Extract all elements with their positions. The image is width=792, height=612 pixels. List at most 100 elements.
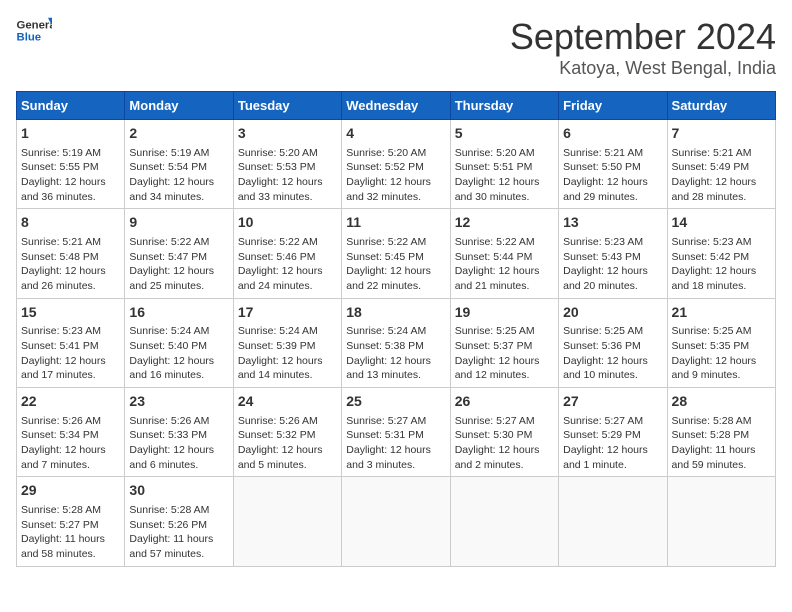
calendar-cell bbox=[233, 477, 341, 566]
cell-text: Sunrise: 5:25 AM Sunset: 5:37 PM Dayligh… bbox=[455, 324, 554, 383]
weekday-header-wednesday: Wednesday bbox=[342, 92, 450, 120]
calendar-cell: 20Sunrise: 5:25 AM Sunset: 5:36 PM Dayli… bbox=[559, 298, 667, 387]
day-number: 10 bbox=[238, 213, 337, 233]
calendar-cell: 13Sunrise: 5:23 AM Sunset: 5:43 PM Dayli… bbox=[559, 209, 667, 298]
calendar-cell: 26Sunrise: 5:27 AM Sunset: 5:30 PM Dayli… bbox=[450, 388, 558, 477]
calendar-cell: 2Sunrise: 5:19 AM Sunset: 5:54 PM Daylig… bbox=[125, 120, 233, 209]
cell-text: Sunrise: 5:24 AM Sunset: 5:40 PM Dayligh… bbox=[129, 324, 228, 383]
cell-text: Sunrise: 5:22 AM Sunset: 5:45 PM Dayligh… bbox=[346, 235, 445, 294]
day-number: 27 bbox=[563, 392, 662, 412]
day-number: 15 bbox=[21, 303, 120, 323]
cell-text: Sunrise: 5:19 AM Sunset: 5:55 PM Dayligh… bbox=[21, 146, 120, 205]
day-number: 16 bbox=[129, 303, 228, 323]
calendar-cell: 7Sunrise: 5:21 AM Sunset: 5:49 PM Daylig… bbox=[667, 120, 775, 209]
day-number: 8 bbox=[21, 213, 120, 233]
day-number: 5 bbox=[455, 124, 554, 144]
day-number: 7 bbox=[672, 124, 771, 144]
cell-text: Sunrise: 5:27 AM Sunset: 5:29 PM Dayligh… bbox=[563, 414, 662, 473]
cell-text: Sunrise: 5:25 AM Sunset: 5:35 PM Dayligh… bbox=[672, 324, 771, 383]
calendar-cell: 18Sunrise: 5:24 AM Sunset: 5:38 PM Dayli… bbox=[342, 298, 450, 387]
calendar-cell: 12Sunrise: 5:22 AM Sunset: 5:44 PM Dayli… bbox=[450, 209, 558, 298]
calendar-cell: 4Sunrise: 5:20 AM Sunset: 5:52 PM Daylig… bbox=[342, 120, 450, 209]
weekday-header-monday: Monday bbox=[125, 92, 233, 120]
weekday-header-tuesday: Tuesday bbox=[233, 92, 341, 120]
cell-text: Sunrise: 5:28 AM Sunset: 5:27 PM Dayligh… bbox=[21, 503, 120, 562]
calendar-cell: 10Sunrise: 5:22 AM Sunset: 5:46 PM Dayli… bbox=[233, 209, 341, 298]
cell-text: Sunrise: 5:26 AM Sunset: 5:33 PM Dayligh… bbox=[129, 414, 228, 473]
cell-text: Sunrise: 5:28 AM Sunset: 5:26 PM Dayligh… bbox=[129, 503, 228, 562]
calendar-cell bbox=[450, 477, 558, 566]
calendar-cell: 30Sunrise: 5:28 AM Sunset: 5:26 PM Dayli… bbox=[125, 477, 233, 566]
header: General Blue September 2024 Katoya, West… bbox=[16, 16, 776, 79]
calendar-cell: 21Sunrise: 5:25 AM Sunset: 5:35 PM Dayli… bbox=[667, 298, 775, 387]
calendar-cell: 17Sunrise: 5:24 AM Sunset: 5:39 PM Dayli… bbox=[233, 298, 341, 387]
cell-text: Sunrise: 5:23 AM Sunset: 5:41 PM Dayligh… bbox=[21, 324, 120, 383]
day-number: 22 bbox=[21, 392, 120, 412]
cell-text: Sunrise: 5:22 AM Sunset: 5:44 PM Dayligh… bbox=[455, 235, 554, 294]
calendar-cell: 1Sunrise: 5:19 AM Sunset: 5:55 PM Daylig… bbox=[17, 120, 125, 209]
calendar-cell: 24Sunrise: 5:26 AM Sunset: 5:32 PM Dayli… bbox=[233, 388, 341, 477]
cell-text: Sunrise: 5:20 AM Sunset: 5:51 PM Dayligh… bbox=[455, 146, 554, 205]
calendar-cell: 11Sunrise: 5:22 AM Sunset: 5:45 PM Dayli… bbox=[342, 209, 450, 298]
calendar-week-row: 8Sunrise: 5:21 AM Sunset: 5:48 PM Daylig… bbox=[17, 209, 776, 298]
cell-text: Sunrise: 5:24 AM Sunset: 5:38 PM Dayligh… bbox=[346, 324, 445, 383]
calendar-cell: 27Sunrise: 5:27 AM Sunset: 5:29 PM Dayli… bbox=[559, 388, 667, 477]
weekday-header-row: SundayMondayTuesdayWednesdayThursdayFrid… bbox=[17, 92, 776, 120]
calendar-cell: 8Sunrise: 5:21 AM Sunset: 5:48 PM Daylig… bbox=[17, 209, 125, 298]
day-number: 9 bbox=[129, 213, 228, 233]
day-number: 13 bbox=[563, 213, 662, 233]
day-number: 18 bbox=[346, 303, 445, 323]
cell-text: Sunrise: 5:26 AM Sunset: 5:32 PM Dayligh… bbox=[238, 414, 337, 473]
day-number: 29 bbox=[21, 481, 120, 501]
calendar-week-row: 29Sunrise: 5:28 AM Sunset: 5:27 PM Dayli… bbox=[17, 477, 776, 566]
calendar-cell: 19Sunrise: 5:25 AM Sunset: 5:37 PM Dayli… bbox=[450, 298, 558, 387]
calendar-cell: 28Sunrise: 5:28 AM Sunset: 5:28 PM Dayli… bbox=[667, 388, 775, 477]
day-number: 3 bbox=[238, 124, 337, 144]
day-number: 11 bbox=[346, 213, 445, 233]
day-number: 19 bbox=[455, 303, 554, 323]
calendar-cell: 5Sunrise: 5:20 AM Sunset: 5:51 PM Daylig… bbox=[450, 120, 558, 209]
cell-text: Sunrise: 5:20 AM Sunset: 5:53 PM Dayligh… bbox=[238, 146, 337, 205]
day-number: 21 bbox=[672, 303, 771, 323]
weekday-header-thursday: Thursday bbox=[450, 92, 558, 120]
cell-text: Sunrise: 5:20 AM Sunset: 5:52 PM Dayligh… bbox=[346, 146, 445, 205]
cell-text: Sunrise: 5:23 AM Sunset: 5:43 PM Dayligh… bbox=[563, 235, 662, 294]
day-number: 17 bbox=[238, 303, 337, 323]
calendar-cell bbox=[559, 477, 667, 566]
calendar-cell: 6Sunrise: 5:21 AM Sunset: 5:50 PM Daylig… bbox=[559, 120, 667, 209]
calendar-cell: 14Sunrise: 5:23 AM Sunset: 5:42 PM Dayli… bbox=[667, 209, 775, 298]
day-number: 23 bbox=[129, 392, 228, 412]
day-number: 4 bbox=[346, 124, 445, 144]
month-title: September 2024 bbox=[510, 16, 776, 58]
calendar-cell: 23Sunrise: 5:26 AM Sunset: 5:33 PM Dayli… bbox=[125, 388, 233, 477]
calendar-week-row: 15Sunrise: 5:23 AM Sunset: 5:41 PM Dayli… bbox=[17, 298, 776, 387]
calendar-cell bbox=[342, 477, 450, 566]
day-number: 2 bbox=[129, 124, 228, 144]
svg-text:Blue: Blue bbox=[17, 32, 42, 44]
day-number: 14 bbox=[672, 213, 771, 233]
calendar-week-row: 1Sunrise: 5:19 AM Sunset: 5:55 PM Daylig… bbox=[17, 120, 776, 209]
weekday-header-saturday: Saturday bbox=[667, 92, 775, 120]
calendar-cell: 15Sunrise: 5:23 AM Sunset: 5:41 PM Dayli… bbox=[17, 298, 125, 387]
day-number: 1 bbox=[21, 124, 120, 144]
calendar-cell: 16Sunrise: 5:24 AM Sunset: 5:40 PM Dayli… bbox=[125, 298, 233, 387]
cell-text: Sunrise: 5:22 AM Sunset: 5:47 PM Dayligh… bbox=[129, 235, 228, 294]
location-title: Katoya, West Bengal, India bbox=[510, 58, 776, 79]
cell-text: Sunrise: 5:27 AM Sunset: 5:30 PM Dayligh… bbox=[455, 414, 554, 473]
cell-text: Sunrise: 5:26 AM Sunset: 5:34 PM Dayligh… bbox=[21, 414, 120, 473]
cell-text: Sunrise: 5:19 AM Sunset: 5:54 PM Dayligh… bbox=[129, 146, 228, 205]
cell-text: Sunrise: 5:23 AM Sunset: 5:42 PM Dayligh… bbox=[672, 235, 771, 294]
day-number: 26 bbox=[455, 392, 554, 412]
day-number: 20 bbox=[563, 303, 662, 323]
cell-text: Sunrise: 5:24 AM Sunset: 5:39 PM Dayligh… bbox=[238, 324, 337, 383]
calendar-week-row: 22Sunrise: 5:26 AM Sunset: 5:34 PM Dayli… bbox=[17, 388, 776, 477]
cell-text: Sunrise: 5:21 AM Sunset: 5:48 PM Dayligh… bbox=[21, 235, 120, 294]
cell-text: Sunrise: 5:21 AM Sunset: 5:49 PM Dayligh… bbox=[672, 146, 771, 205]
day-number: 28 bbox=[672, 392, 771, 412]
calendar-cell: 29Sunrise: 5:28 AM Sunset: 5:27 PM Dayli… bbox=[17, 477, 125, 566]
calendar-cell: 9Sunrise: 5:22 AM Sunset: 5:47 PM Daylig… bbox=[125, 209, 233, 298]
weekday-header-friday: Friday bbox=[559, 92, 667, 120]
cell-text: Sunrise: 5:28 AM Sunset: 5:28 PM Dayligh… bbox=[672, 414, 771, 473]
cell-text: Sunrise: 5:22 AM Sunset: 5:46 PM Dayligh… bbox=[238, 235, 337, 294]
day-number: 30 bbox=[129, 481, 228, 501]
